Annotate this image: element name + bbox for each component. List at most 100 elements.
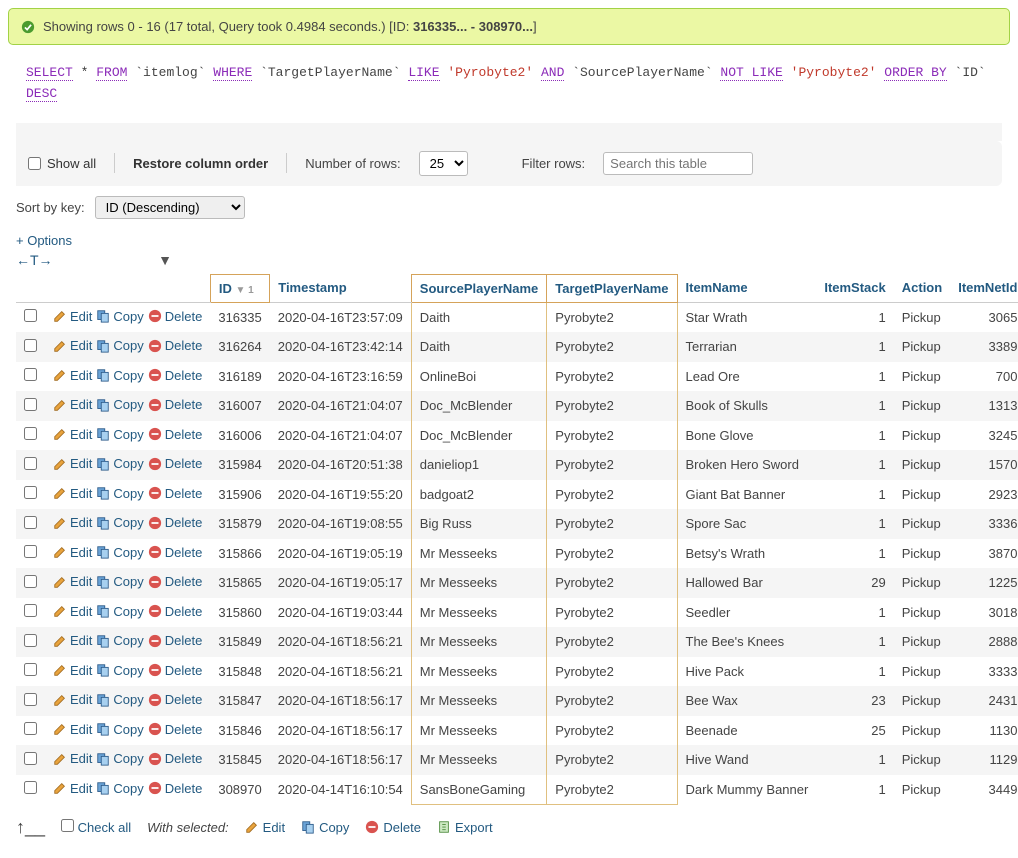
- cell-stack: 23: [816, 686, 893, 716]
- edit-link[interactable]: Edit: [53, 515, 92, 530]
- cell-item: Star Wrath: [677, 302, 816, 332]
- delete-link[interactable]: Delete: [148, 574, 203, 589]
- edit-link[interactable]: Edit: [53, 338, 92, 353]
- cell-netid: 3018: [950, 598, 1018, 628]
- col-target[interactable]: TargetPlayerName: [547, 274, 677, 302]
- copy-icon: [96, 604, 110, 618]
- restore-column-order[interactable]: Restore column order: [133, 156, 268, 171]
- delete-link[interactable]: Delete: [148, 663, 203, 678]
- copy-link[interactable]: Copy: [96, 751, 143, 766]
- col-stack[interactable]: ItemStack: [816, 274, 893, 302]
- delete-link[interactable]: Delete: [148, 456, 203, 471]
- cell-target: Pyrobyte2: [547, 568, 677, 598]
- row-checkbox[interactable]: [24, 693, 37, 706]
- row-checkbox[interactable]: [24, 309, 37, 322]
- delete-link[interactable]: Delete: [148, 545, 203, 560]
- col-source[interactable]: SourcePlayerName: [411, 274, 547, 302]
- options-toggle[interactable]: + Options: [8, 229, 1010, 252]
- edit-link[interactable]: Edit: [53, 751, 92, 766]
- col-id[interactable]: ID ▼ 1: [210, 274, 269, 302]
- col-item[interactable]: ItemName: [677, 274, 816, 302]
- delete-link[interactable]: Delete: [148, 368, 203, 383]
- edit-link[interactable]: Edit: [53, 722, 92, 737]
- copy-link[interactable]: Copy: [96, 427, 143, 442]
- delete-link[interactable]: Delete: [148, 397, 203, 412]
- copy-link[interactable]: Copy: [96, 309, 143, 324]
- footer-copy[interactable]: Copy: [301, 820, 349, 835]
- delete-link[interactable]: Delete: [148, 427, 203, 442]
- column-move-arrows[interactable]: ←T→ ▼: [8, 252, 1010, 274]
- delete-link[interactable]: Delete: [148, 751, 203, 766]
- delete-link[interactable]: Delete: [148, 309, 203, 324]
- copy-link[interactable]: Copy: [96, 574, 143, 589]
- filter-input[interactable]: [603, 152, 753, 175]
- edit-link[interactable]: Edit: [53, 663, 92, 678]
- delete-link[interactable]: Delete: [148, 692, 203, 707]
- copy-link[interactable]: Copy: [96, 663, 143, 678]
- copy-link[interactable]: Copy: [96, 486, 143, 501]
- copy-link[interactable]: Copy: [96, 515, 143, 530]
- row-checkbox[interactable]: [24, 634, 37, 647]
- sort-by-key-select[interactable]: ID (Descending): [95, 196, 245, 219]
- table-row: Edit Copy Delete3159842020-04-16T20:51:3…: [16, 450, 1018, 480]
- delete-link[interactable]: Delete: [148, 633, 203, 648]
- copy-link[interactable]: Copy: [96, 722, 143, 737]
- row-checkbox[interactable]: [24, 339, 37, 352]
- col-action[interactable]: Action: [894, 274, 950, 302]
- delete-link[interactable]: Delete: [148, 781, 203, 796]
- row-checkbox[interactable]: [24, 722, 37, 735]
- delete-link[interactable]: Delete: [148, 515, 203, 530]
- copy-link[interactable]: Copy: [96, 397, 143, 412]
- num-rows-select[interactable]: 25: [419, 151, 468, 176]
- edit-link[interactable]: Edit: [53, 427, 92, 442]
- copy-link[interactable]: Copy: [96, 633, 143, 648]
- row-checkbox[interactable]: [24, 486, 37, 499]
- row-checkbox[interactable]: [24, 398, 37, 411]
- check-all[interactable]: Check all: [61, 819, 131, 835]
- delete-link[interactable]: Delete: [148, 722, 203, 737]
- row-checkbox[interactable]: [24, 427, 37, 440]
- copy-link[interactable]: Copy: [96, 368, 143, 383]
- edit-link[interactable]: Edit: [53, 309, 92, 324]
- copy-link[interactable]: Copy: [96, 692, 143, 707]
- delete-link[interactable]: Delete: [148, 486, 203, 501]
- copy-link[interactable]: Copy: [96, 545, 143, 560]
- copy-link[interactable]: Copy: [96, 338, 143, 353]
- edit-link[interactable]: Edit: [53, 781, 92, 796]
- cell-source: Daith: [411, 332, 547, 362]
- cell-timestamp: 2020-04-16T19:08:55: [270, 509, 412, 539]
- edit-link[interactable]: Edit: [53, 633, 92, 648]
- edit-link[interactable]: Edit: [53, 456, 92, 471]
- row-checkbox[interactable]: [24, 545, 37, 558]
- show-all-checkbox[interactable]: Show all: [28, 156, 96, 171]
- row-checkbox[interactable]: [24, 516, 37, 529]
- edit-link[interactable]: Edit: [53, 545, 92, 560]
- copy-link[interactable]: Copy: [96, 456, 143, 471]
- row-checkbox[interactable]: [24, 663, 37, 676]
- row-checkbox[interactable]: [24, 604, 37, 617]
- row-checkbox[interactable]: [24, 781, 37, 794]
- delete-link[interactable]: Delete: [148, 338, 203, 353]
- row-checkbox[interactable]: [24, 575, 37, 588]
- edit-link[interactable]: Edit: [53, 574, 92, 589]
- col-timestamp[interactable]: Timestamp: [270, 274, 412, 302]
- copy-icon: [96, 398, 110, 412]
- delete-link[interactable]: Delete: [148, 604, 203, 619]
- footer-delete[interactable]: Delete: [365, 820, 421, 835]
- edit-link[interactable]: Edit: [53, 486, 92, 501]
- footer-edit[interactable]: Edit: [245, 820, 285, 835]
- footer-export[interactable]: Export: [437, 820, 493, 835]
- edit-link[interactable]: Edit: [53, 368, 92, 383]
- copy-link[interactable]: Copy: [96, 781, 143, 796]
- col-netid[interactable]: ItemNetId: [950, 274, 1018, 302]
- edit-link[interactable]: Edit: [53, 604, 92, 619]
- row-checkbox[interactable]: [24, 752, 37, 765]
- cell-stack: 1: [816, 627, 893, 657]
- copy-link[interactable]: Copy: [96, 604, 143, 619]
- edit-link[interactable]: Edit: [53, 397, 92, 412]
- row-checkbox[interactable]: [24, 457, 37, 470]
- pencil-icon: [53, 575, 67, 589]
- edit-link[interactable]: Edit: [53, 692, 92, 707]
- dropdown-icon[interactable]: ▼: [158, 252, 172, 268]
- row-checkbox[interactable]: [24, 368, 37, 381]
